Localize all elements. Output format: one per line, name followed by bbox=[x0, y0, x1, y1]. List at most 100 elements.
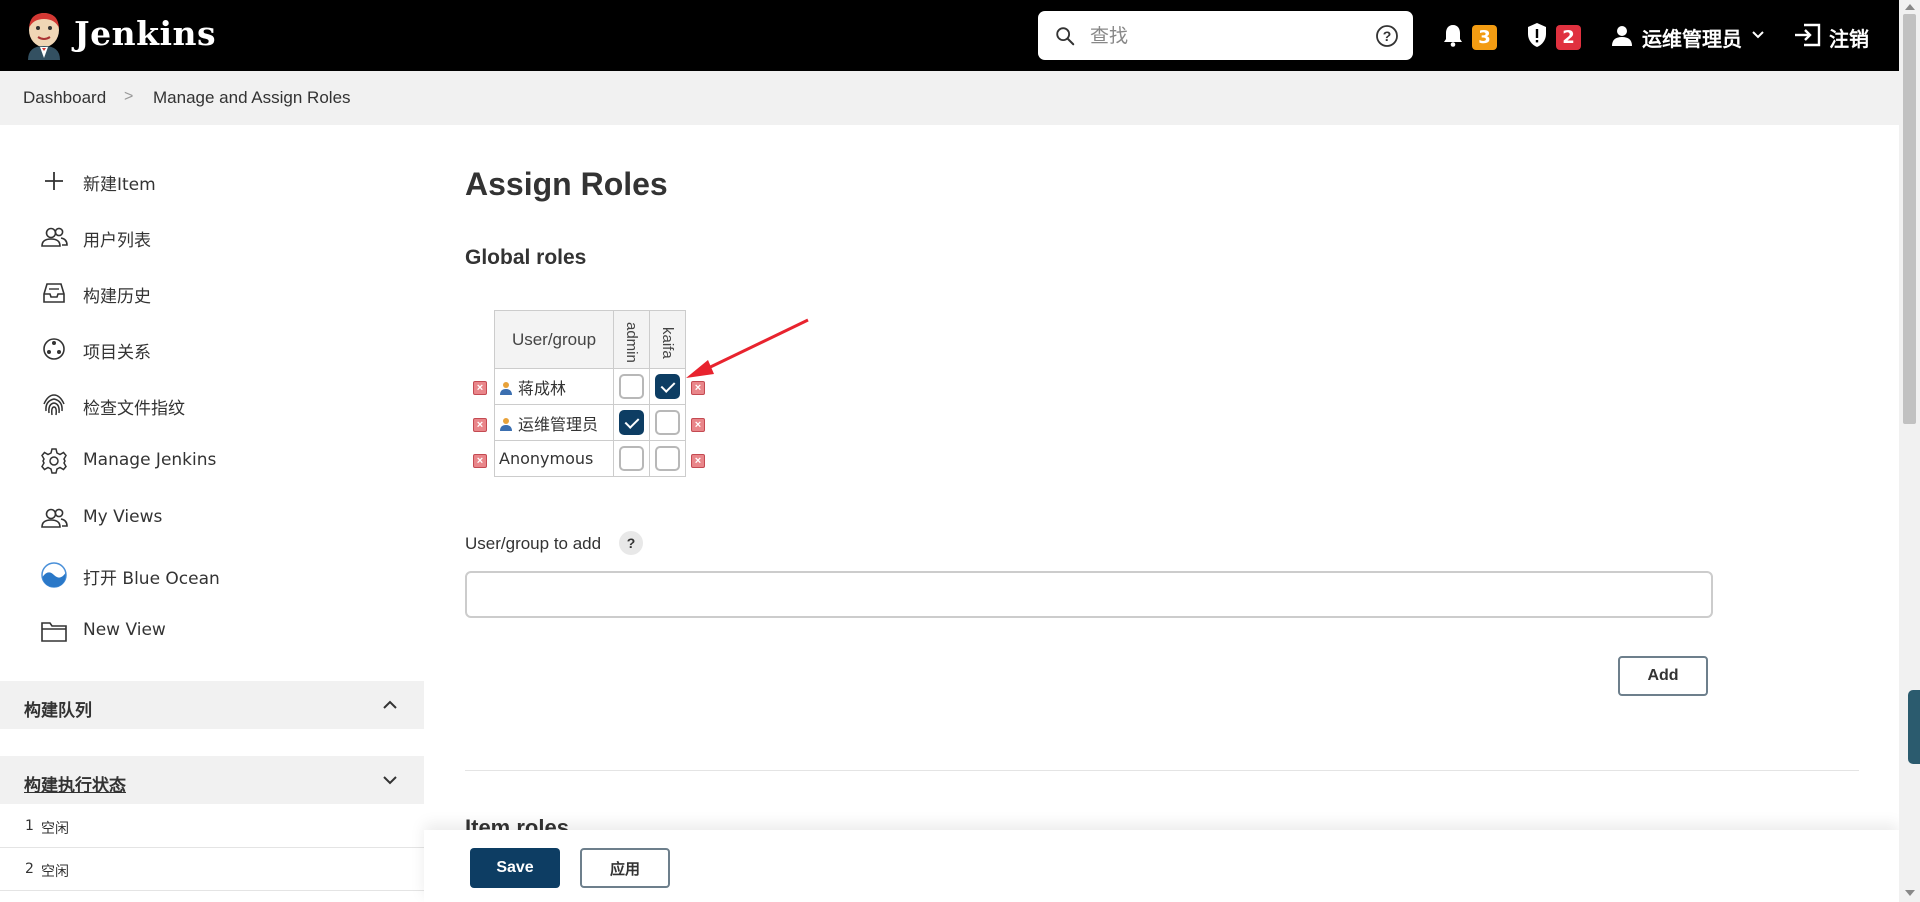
add-button[interactable]: Add bbox=[1618, 656, 1708, 696]
remove-row-icon[interactable]: × bbox=[473, 454, 487, 468]
role-checkbox-cell bbox=[649, 440, 686, 477]
global-roles-title: Global roles bbox=[465, 246, 587, 269]
search-input[interactable] bbox=[1090, 21, 1350, 51]
sidebar-item-label: Manage Jenkins bbox=[83, 450, 217, 470]
remove-row-icon[interactable]: × bbox=[691, 418, 705, 432]
sidebar-item-label: 检查文件指纹 bbox=[83, 399, 185, 419]
logout-button[interactable]: 注销 bbox=[1793, 18, 1873, 54]
role-checkbox-cell bbox=[649, 368, 686, 405]
security-button[interactable]: 2 bbox=[1522, 18, 1582, 54]
sidebar-item-label: 项目关系 bbox=[83, 343, 151, 363]
people-icon bbox=[41, 508, 68, 528]
user-menu[interactable]: 运维管理员 bbox=[1610, 18, 1766, 54]
sidebar-item-label: 用户列表 bbox=[83, 231, 151, 251]
executor-status-panel-header[interactable]: 构建执行状态 bbox=[0, 756, 424, 804]
chevron-down-icon[interactable] bbox=[382, 772, 398, 788]
table-header-row: User/group admin kaifa bbox=[494, 310, 686, 369]
user-name: 运维管理员 bbox=[518, 414, 599, 434]
apply-button[interactable]: 应用 bbox=[580, 848, 670, 888]
executor-status: 空闲 bbox=[41, 864, 69, 880]
top-header: Jenkins ? 3 2 运维管理员 bbox=[0, 0, 1899, 71]
logout-label: 注销 bbox=[1829, 27, 1869, 51]
sidebar-item-label: My Views bbox=[83, 507, 163, 527]
scrollbar-thumb[interactable] bbox=[1903, 14, 1916, 424]
role-checkbox[interactable] bbox=[619, 446, 644, 471]
role-checkbox[interactable] bbox=[655, 374, 680, 399]
user-icon bbox=[500, 417, 512, 431]
folder-icon bbox=[41, 622, 67, 642]
user-icon bbox=[1612, 26, 1632, 46]
add-user-input[interactable] bbox=[465, 571, 1713, 618]
plus-icon bbox=[45, 172, 63, 190]
sidebar-item-manage-jenkins[interactable]: Manage Jenkins bbox=[40, 441, 400, 481]
executor-number: 2 bbox=[25, 861, 34, 877]
relationship-icon bbox=[43, 338, 65, 360]
fingerprint-icon bbox=[43, 394, 65, 416]
jenkins-logo-icon[interactable] bbox=[22, 10, 68, 62]
sidebar-item-fingerprint[interactable]: 检查文件指纹 bbox=[40, 385, 400, 425]
executor-status: 空闲 bbox=[41, 821, 69, 837]
brand-title[interactable]: Jenkins bbox=[74, 14, 216, 53]
add-user-label: User/group to add bbox=[465, 534, 602, 553]
role-checkbox-cell bbox=[613, 440, 650, 477]
security-badge: 2 bbox=[1556, 25, 1581, 50]
sidebar-item-new-view[interactable]: New View bbox=[40, 611, 400, 651]
sidebar-item-build-history[interactable]: 构建历史 bbox=[40, 273, 400, 313]
role-header-kaifa: kaifa bbox=[649, 310, 686, 369]
role-checkbox-cell bbox=[613, 368, 650, 405]
remove-row-icon[interactable]: × bbox=[473, 418, 487, 432]
help-icon[interactable]: ? bbox=[619, 531, 643, 555]
blue-ocean-icon bbox=[41, 562, 67, 588]
user-name: 蒋成林 bbox=[518, 378, 567, 398]
section-divider bbox=[465, 770, 1859, 771]
role-checkbox[interactable] bbox=[655, 446, 680, 471]
search-icon bbox=[1056, 27, 1075, 46]
executor-row: 2 空闲 bbox=[0, 848, 424, 891]
role-checkbox[interactable] bbox=[655, 410, 680, 435]
table-row: 运维管理员 bbox=[494, 404, 686, 441]
side-widget-tab[interactable] bbox=[1908, 690, 1920, 764]
sidebar-item-users[interactable]: 用户列表 bbox=[40, 217, 400, 257]
user-icon bbox=[500, 381, 512, 395]
role-checkbox[interactable] bbox=[619, 410, 644, 435]
breadcrumb-current[interactable]: Manage and Assign Roles bbox=[153, 88, 351, 108]
user-cell: 运维管理员 bbox=[494, 404, 614, 441]
table-row: Anonymous bbox=[494, 440, 686, 477]
executor-status-title[interactable]: 构建执行状态 bbox=[24, 771, 126, 796]
red-arrow-annotation bbox=[686, 318, 809, 378]
remove-row-icon[interactable]: × bbox=[691, 454, 705, 468]
role-header-admin: admin bbox=[613, 310, 650, 369]
notifications-button[interactable]: 3 bbox=[1438, 18, 1498, 54]
sidebar-item-label: New View bbox=[83, 620, 166, 640]
save-button[interactable]: Save bbox=[470, 848, 560, 888]
sidebar-item-my-views[interactable]: My Views bbox=[40, 498, 400, 538]
sidebar-item-blue-ocean[interactable]: 打开 Blue Ocean bbox=[40, 555, 400, 595]
role-checkbox[interactable] bbox=[619, 374, 644, 399]
chevron-down-icon bbox=[1752, 31, 1764, 39]
sidebar-item-label: 打开 Blue Ocean bbox=[83, 569, 220, 589]
remove-row-icon[interactable]: × bbox=[473, 381, 487, 395]
search-box[interactable]: ? bbox=[1038, 11, 1413, 60]
sidebar-item-project-relationship[interactable]: 项目关系 bbox=[40, 329, 400, 369]
user-group-header: User/group bbox=[494, 310, 614, 369]
breadcrumb-dashboard[interactable]: Dashboard bbox=[23, 88, 106, 108]
logout-icon bbox=[1795, 23, 1821, 47]
build-queue-panel-header[interactable]: 构建队列 bbox=[0, 681, 424, 729]
sidebar-item-new-item[interactable]: 新建Item bbox=[40, 161, 400, 201]
svg-text:?: ? bbox=[1383, 28, 1392, 44]
remove-row-icon[interactable]: × bbox=[691, 381, 705, 395]
role-name: kaifa bbox=[659, 326, 676, 359]
role-name: admin bbox=[623, 322, 640, 363]
user-name: 运维管理员 bbox=[1642, 27, 1742, 51]
user-name: Anonymous bbox=[499, 449, 594, 468]
scroll-down-icon[interactable] bbox=[1905, 890, 1915, 896]
people-icon bbox=[41, 227, 68, 247]
search-help-icon[interactable]: ? bbox=[1375, 24, 1399, 48]
breadcrumb: Dashboard > Manage and Assign Roles bbox=[0, 71, 1899, 125]
bell-icon bbox=[1444, 25, 1462, 47]
executor-number: 1 bbox=[25, 818, 34, 834]
scroll-up-icon[interactable] bbox=[1905, 4, 1915, 10]
gear-icon bbox=[41, 448, 67, 474]
user-cell: 蒋成林 bbox=[494, 368, 614, 405]
chevron-up-icon[interactable] bbox=[382, 697, 398, 713]
